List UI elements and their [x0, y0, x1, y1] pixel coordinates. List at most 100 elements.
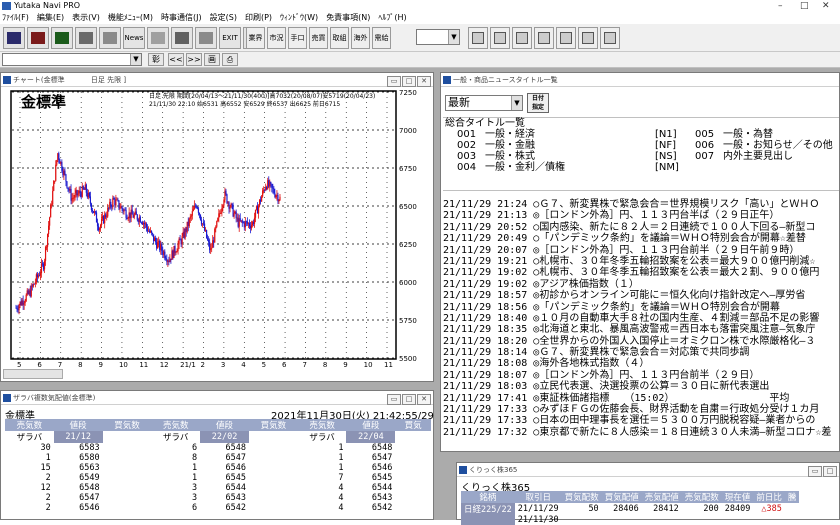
toolbar-button-24[interactable] [600, 27, 620, 49]
board-minimize-button[interactable]: ▭ [387, 394, 401, 405]
next-icon[interactable]: >> [186, 53, 202, 66]
menu-item-2[interactable]: 表示(V) [72, 13, 100, 22]
news-item[interactable]: 21/11/29 18:35 ◎北海道と東北、暴風高波警戒＝西日本も落雷突風注意… [443, 324, 839, 335]
toolbar-button-1[interactable] [27, 27, 49, 49]
toolbar-button-15[interactable]: 取組 [330, 27, 349, 49]
board-cell: 6547 [225, 453, 246, 463]
board-row[interactable]: 30 6583 6 6548 1 6548 [5, 443, 431, 453]
news-item[interactable]: 21/11/29 18:20 ○全世界からの外国人入国停止＝オミクロン株で水際厳… [443, 336, 839, 347]
kabu365-minimize-button[interactable]: ▭ [808, 466, 822, 477]
toolbar-button-22[interactable] [556, 27, 576, 49]
category-row[interactable]: 003 一般・株式 [NS] 007 内外主要見出し [443, 151, 839, 162]
board-row[interactable]: 2 6546 6 6542 4 6542 [5, 503, 431, 513]
date-select-button[interactable]: 日付 指定 [527, 93, 549, 113]
news-item[interactable]: 21/11/29 20:07 ◎［ロンドン外為］円、１１３円台前半（２９日午前９… [443, 245, 839, 256]
board-cell: 1 [338, 443, 344, 453]
category-row[interactable]: 001 一般・経済 [N1] 005 一般・為替 [443, 129, 839, 140]
news-item[interactable]: 21/11/29 19:02 ◎アジア株価指数（１） [443, 279, 839, 290]
toolbar-button-20[interactable] [512, 27, 532, 49]
toolbar-button-13[interactable]: 手口 [288, 27, 307, 49]
news-item[interactable]: 21/11/29 17:41 ◎東証株価諸指標 （15:02） 平均 [443, 393, 839, 404]
prev-icon[interactable]: << [168, 53, 184, 66]
candle-body [198, 212, 201, 215]
news-item[interactable]: 21/11/29 19:02 ○札幌市、３０年冬季五輪招致案を公表＝最大２割、９… [443, 267, 839, 278]
kabu365-row[interactable]: 日経225/22 21/11/29 50 28406 28412 200 28409 △385 [461, 503, 799, 515]
news-item[interactable]: 21/11/29 21:13 ◎［ロンドン外為］円、１１３円台半ば（２９日正午） [443, 210, 839, 221]
kabu365-maximize-button[interactable]: □ [823, 466, 837, 477]
toolbar-button-23[interactable] [578, 27, 598, 49]
board-close-button[interactable]: ✕ [417, 394, 431, 405]
chart-minimize-button[interactable]: ▭ [387, 76, 401, 87]
toolbar-button-7[interactable] [171, 27, 193, 49]
news-item[interactable]: 21/11/29 21:24 ○Ｇ７、新変異株で緊急会合＝世界規模リスク「高い」… [443, 199, 839, 210]
candle-body [257, 205, 260, 214]
toolbar-button-12[interactable]: 市況 [267, 27, 286, 49]
board-row[interactable]: 2 6549 1 6545 7 6545 [5, 473, 431, 483]
news-item[interactable]: 21/11/29 18:08 ◎海外各地株式指数（４） [443, 358, 839, 369]
board-row[interactable]: 1 6580 8 6547 1 6547 [5, 453, 431, 463]
price-chart[interactable]: 金標準 日足 先限 期間[20/04/13〜21/11/30(400)]高703… [1, 88, 433, 381]
toolbar-button-5[interactable]: News [123, 27, 145, 49]
kabu365-row[interactable]: 21/11/30 [461, 515, 799, 525]
toolbar-button-3[interactable] [75, 27, 97, 49]
news-item[interactable]: 21/11/29 17:33 ○みずほＦＧの佐藤会長、財界活動を自粛＝行政処分受… [443, 404, 839, 415]
news-item[interactable]: 21/11/29 18:14 ◎Ｇ７、新変異株で緊急会合＝対応策で共同歩調 [443, 347, 839, 358]
close-button[interactable]: ✕ [822, 0, 830, 12]
toolbar-button-0[interactable] [3, 27, 25, 49]
toolbar-button-11[interactable]: 業界 [246, 27, 265, 49]
news-item[interactable]: 21/11/29 18:57 ◎初診からオンライン可能に＝恒久化向け指針改定へ―… [443, 290, 839, 301]
toolbar-button-21[interactable] [534, 27, 554, 49]
toolbar-button-14[interactable]: 売買 [309, 27, 328, 49]
toolbar-button-2[interactable] [51, 27, 73, 49]
minimize-button[interactable]: – [778, 0, 783, 12]
chart-scrollbar[interactable] [3, 369, 63, 379]
news-item[interactable]: 21/11/29 18:40 ◎１０月の自動車大手８社の国内生産、４割減＝部品不… [443, 313, 839, 324]
toolbar-button-8[interactable] [195, 27, 217, 49]
category-row[interactable]: 004 一般・金利／債権 [NM] [443, 162, 839, 173]
news-item[interactable]: 21/11/29 18:03 ◎立民代表選、決選投票の公算＝３０日に新代表選出 [443, 381, 839, 392]
toolbar-button-6[interactable] [147, 27, 169, 49]
board-row[interactable]: 15 6563 1 6546 1 6546 [5, 463, 431, 473]
news-item[interactable]: 21/11/29 17:33 ○日本の田中理事長を選任＝５３００万円脱税容疑―業… [443, 415, 839, 426]
menu-item-6[interactable]: 印刷(P) [245, 13, 272, 22]
board-cell: 30 [40, 443, 51, 453]
chart-close-button[interactable]: ✕ [417, 76, 431, 87]
board-row[interactable]: 12 6548 3 6544 4 6544 [5, 483, 431, 493]
news-item[interactable]: 21/11/29 17:32 ○東京都で新たに８人感染＝１８日連続３０人未満―新… [443, 427, 839, 438]
print-icon[interactable]: ⎙ [222, 53, 238, 66]
news-period-select[interactable]: 最新 ▼ [445, 95, 523, 111]
board-maximize-button[interactable]: □ [402, 394, 416, 405]
menu-item-0[interactable]: ﾌｧｲﾙ(F) [2, 13, 29, 22]
chart-maximize-button[interactable]: □ [402, 76, 416, 87]
chart-icon[interactable]: 画 [204, 53, 220, 66]
candle-body [91, 209, 94, 212]
menu-item-5[interactable]: 設定(S) [210, 13, 237, 22]
toolbar-button-16[interactable]: 海外 [351, 27, 370, 49]
y-tick-label: 6750 [399, 165, 417, 173]
news-item[interactable]: 21/11/29 18:56 ◎「パンデミック条約」を議論＝ＷＨＯ特別会合が開幕 [443, 302, 839, 313]
news-item[interactable]: 21/11/29 20:52 ○国内感染、新たに８２人＝２日連続で１００人下回る… [443, 222, 839, 233]
toolbar-button-4[interactable] [99, 27, 121, 49]
menu-item-3[interactable]: 機能ﾒﾆｭｰ(M) [108, 13, 153, 22]
news-item[interactable]: 21/11/29 19:21 ○札幌市、３０年冬季五輪招致案を公表＝最大９００億… [443, 256, 839, 267]
menu-item-8[interactable]: 免責事項(N) [326, 13, 370, 22]
maximize-button[interactable]: □ [800, 0, 809, 12]
toolbar-button-17[interactable]: 需給 [372, 27, 391, 49]
category-row[interactable]: 002 一般・金融 [NF] 006 一般・お知らせ／その他 [443, 140, 839, 151]
category-code: 003 [457, 151, 477, 162]
toolbar-combo[interactable]: ▼ [416, 29, 460, 45]
toolbar-button-18[interactable] [468, 27, 488, 49]
jump-button[interactable]: 彰 [148, 53, 164, 66]
candle-body [127, 218, 129, 220]
menu-item-1[interactable]: 編集(E) [37, 13, 64, 22]
menu-item-9[interactable]: ﾍﾙﾌﾟ(H) [378, 13, 406, 22]
categories-title: 総合タイトル一覧 [445, 118, 525, 129]
instrument-select[interactable]: ▼ [2, 53, 142, 66]
menu-item-7[interactable]: ｳｨﾝﾄﾞｳ(W) [280, 13, 318, 22]
news-item[interactable]: 21/11/29 20:49 ○「パンデミック条約」を議論＝ＷＨＯ特別会合が開幕… [443, 233, 839, 244]
toolbar-button-19[interactable] [490, 27, 510, 49]
news-item[interactable]: 21/11/29 18:07 ◎［ロンドン外為］円、１１３円台前半（２９日） [443, 370, 839, 381]
toolbar-button-9[interactable]: EXIT [219, 27, 241, 49]
board-row[interactable]: 2 6547 3 6543 4 6543 [5, 493, 431, 503]
menu-item-4[interactable]: 時事通信(J) [161, 13, 202, 22]
